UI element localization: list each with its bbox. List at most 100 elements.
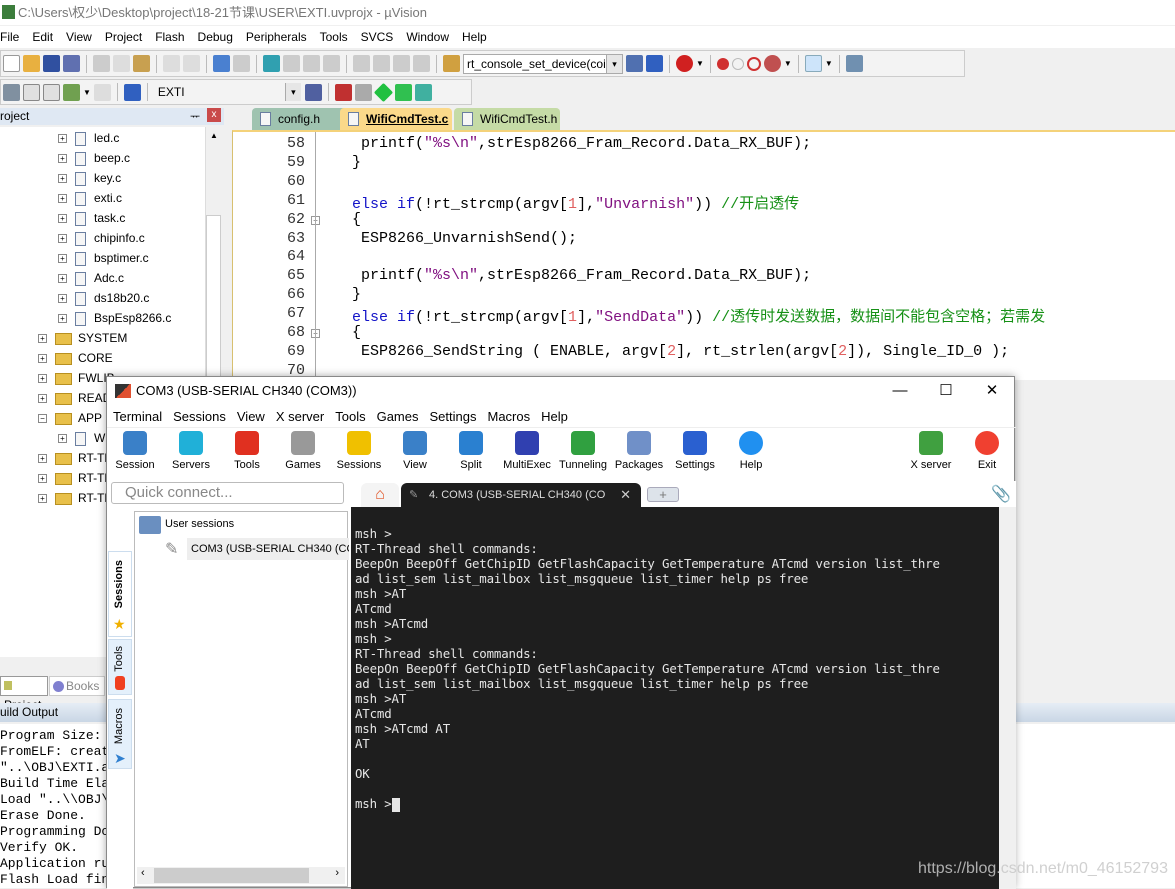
disable-all-breakpoints-icon[interactable] xyxy=(746,56,761,71)
code-line[interactable]: } xyxy=(343,286,361,303)
toolbar-servers-button[interactable]: Servers xyxy=(163,431,219,471)
tab-project[interactable]: Project xyxy=(0,676,48,712)
disable-breakpoint-icon[interactable] xyxy=(731,57,744,70)
tree-group-item[interactable]: + RT-Thr xyxy=(38,448,115,468)
expand-icon[interactable]: + xyxy=(38,454,47,464)
code-line[interactable]: printf("%s\n",strEsp8266_Fram_Record.Dat… xyxy=(343,135,811,152)
debug-session-icon[interactable] xyxy=(676,55,693,72)
session-item-com3[interactable]: COM3 (USB-SERIAL CH340 (CC xyxy=(187,538,349,560)
tree-file-item[interactable]: + task.c xyxy=(58,208,125,228)
expand-icon[interactable]: + xyxy=(58,194,67,204)
menu-terminal[interactable]: Terminal xyxy=(113,409,162,424)
collapse-icon[interactable]: − xyxy=(38,414,47,424)
configure-wrench-icon[interactable] xyxy=(845,55,863,72)
menu-tools[interactable]: Tools xyxy=(320,30,357,44)
tree-group-item[interactable]: + FWLIB xyxy=(38,368,115,388)
comment-icon[interactable] xyxy=(393,55,410,72)
load-download-icon[interactable] xyxy=(123,83,141,101)
expand-icon[interactable]: + xyxy=(58,434,67,444)
menu-peripherals[interactable]: Peripherals xyxy=(246,30,316,44)
menu-edit[interactable]: Edit xyxy=(32,30,62,44)
terminal-scrollbar[interactable] xyxy=(999,507,1016,889)
menu-file[interactable]: File xyxy=(0,30,28,44)
navigate-back-icon[interactable] xyxy=(213,55,230,72)
toolbar-session-button[interactable]: Session xyxy=(107,431,163,471)
prev-bookmark-icon[interactable] xyxy=(283,55,300,72)
menu-flash[interactable]: Flash xyxy=(155,30,193,44)
tree-group-item[interactable]: + CORE xyxy=(38,348,113,368)
scrollbar-thumb[interactable] xyxy=(154,868,309,883)
unindent-icon[interactable] xyxy=(373,55,390,72)
toolbar-x-server-button[interactable]: X server xyxy=(903,431,959,471)
scroll-left-icon[interactable]: ‹ xyxy=(141,867,145,879)
find-icon[interactable] xyxy=(626,55,643,72)
close-button[interactable]: ✕ xyxy=(969,377,1015,405)
tree-file-item[interactable]: + BspEsp8266.c xyxy=(58,308,171,328)
build-icon[interactable] xyxy=(23,83,40,101)
translate-icon[interactable] xyxy=(3,83,20,101)
toolbar-tools-button[interactable]: Tools xyxy=(219,431,275,471)
batch-build-icon[interactable] xyxy=(63,83,80,101)
incremental-find-icon[interactable] xyxy=(646,55,663,72)
code-line[interactable]: printf("%s\n",strEsp8266_Fram_Record.Dat… xyxy=(343,267,811,284)
tree-file-item[interactable]: + chipinfo.c xyxy=(58,228,145,248)
tab-com3-session[interactable]: ✎ 4. COM3 (USB-SERIAL CH340 (CO ✕ xyxy=(401,483,641,507)
expand-icon[interactable]: + xyxy=(58,254,67,264)
close-icon[interactable]: x xyxy=(207,108,221,122)
close-tab-icon[interactable]: ✕ xyxy=(620,483,631,507)
expand-icon[interactable]: + xyxy=(38,374,47,384)
kill-all-breakpoints-icon[interactable] xyxy=(763,55,781,72)
menu-svcs[interactable]: SVCS xyxy=(361,30,403,44)
scroll-right-icon[interactable]: › xyxy=(335,867,339,879)
code-line[interactable]: } xyxy=(343,154,361,171)
toolbar-tunneling-button[interactable]: Tunneling xyxy=(555,431,611,471)
tree-file-item[interactable]: + exti.c xyxy=(58,188,122,208)
code-line[interactable]: ESP8266_UnvarnishSend(); xyxy=(343,230,577,247)
pack-installer-icon[interactable] xyxy=(394,83,412,101)
menu-project[interactable]: Project xyxy=(105,30,151,44)
stop-build-icon[interactable] xyxy=(93,83,111,101)
toolbar-settings-button[interactable]: Settings xyxy=(667,431,723,471)
code-editor[interactable]: 58 printf("%s\n",strEsp8266_Fram_Record.… xyxy=(232,130,1175,382)
target-options-wand-icon[interactable] xyxy=(304,83,322,101)
expand-icon[interactable]: + xyxy=(58,234,67,244)
menu-macros[interactable]: Macros xyxy=(487,409,530,424)
tab-books[interactable]: Books xyxy=(49,676,105,696)
menu-x-server[interactable]: X server xyxy=(276,409,324,424)
expand-icon[interactable]: + xyxy=(38,354,47,364)
menu-games[interactable]: Games xyxy=(377,409,419,424)
code-line[interactable]: else if(!rt_strcmp(argv[1],"SendData")) … xyxy=(343,305,1045,326)
code-line[interactable]: { xyxy=(343,324,361,341)
toolbar-multiexec-button[interactable]: MultiExec xyxy=(499,431,555,471)
expand-icon[interactable]: + xyxy=(58,174,67,184)
expand-icon[interactable]: + xyxy=(38,494,47,504)
rebuild-icon[interactable] xyxy=(43,83,60,101)
tree-group-item[interactable]: − APP xyxy=(38,408,102,428)
code-line[interactable]: { xyxy=(343,211,361,228)
vtab-tools[interactable]: Tools xyxy=(108,639,132,695)
expand-icon[interactable]: + xyxy=(58,314,67,324)
attachment-icon[interactable]: 📎 xyxy=(991,484,1011,504)
menu-view[interactable]: View xyxy=(66,30,101,44)
breakpoint-icon[interactable] xyxy=(716,57,729,70)
window-layout-icon[interactable] xyxy=(804,55,822,72)
code-line[interactable]: ESP8266_SendString ( ENABLE, argv[2], rt… xyxy=(343,343,1009,360)
uncomment-icon[interactable] xyxy=(413,55,430,72)
scroll-up-icon[interactable]: ▲ xyxy=(206,131,222,140)
minimize-button[interactable]: — xyxy=(877,377,923,405)
copy-icon[interactable] xyxy=(113,55,130,72)
tab-config-h[interactable]: config.h xyxy=(252,108,352,130)
undo-icon[interactable] xyxy=(163,55,180,72)
user-sessions-node[interactable]: User sessions xyxy=(165,518,234,530)
toolbar-view-button[interactable]: View xyxy=(387,431,443,471)
chevron-down-icon[interactable]: ▾ xyxy=(606,54,622,73)
tree-file-item[interactable]: + led.c xyxy=(58,128,119,148)
toolbar-split-button[interactable]: Split xyxy=(443,431,499,471)
toolbar-packages-button[interactable]: Packages xyxy=(611,431,667,471)
terminal-output[interactable]: msh > RT-Thread shell commands: BeepOn Bee… xyxy=(351,507,999,889)
tree-group-item[interactable]: + RT-Thr xyxy=(38,468,115,488)
find-combo[interactable]: rt_console_set_device(coi ▾ xyxy=(463,53,623,74)
menu-window[interactable]: Window xyxy=(406,30,458,44)
toolbar-exit-button[interactable]: Exit xyxy=(959,431,1015,471)
tree-file-item[interactable]: + key.c xyxy=(58,168,121,188)
